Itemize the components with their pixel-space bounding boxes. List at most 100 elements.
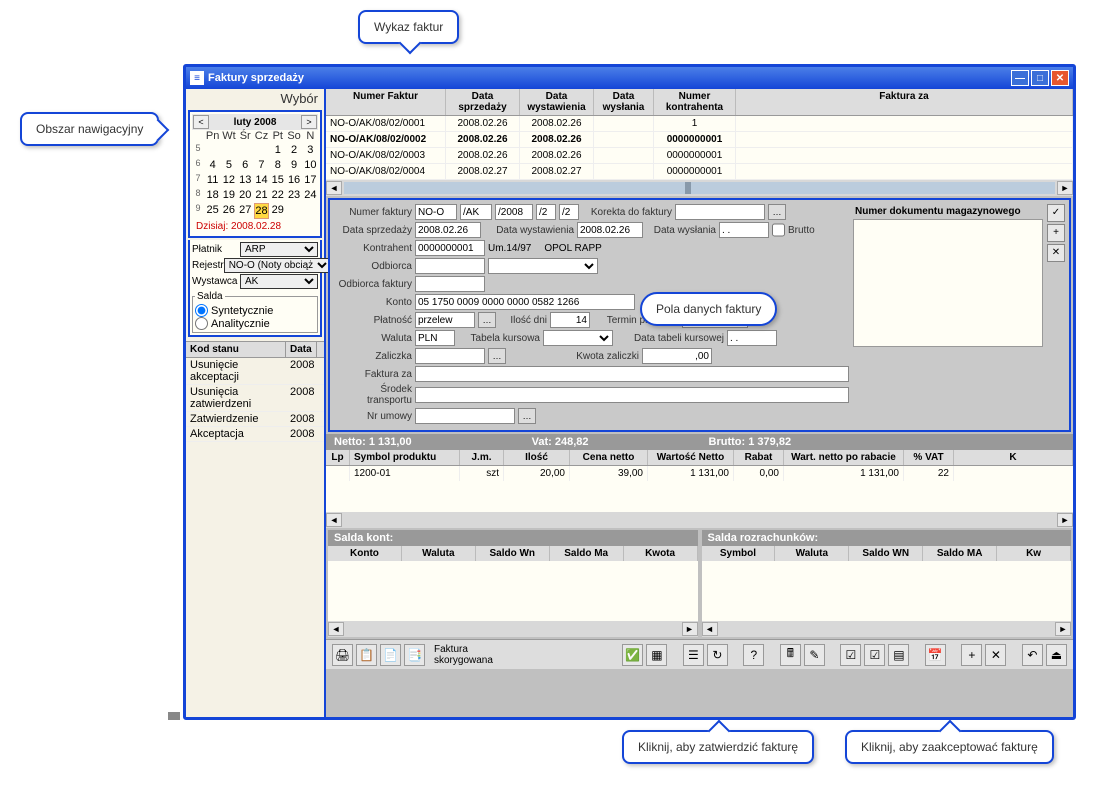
scroll-left-icon[interactable]: ◄ — [326, 513, 342, 527]
cal-day[interactable]: 25 — [205, 203, 220, 219]
delete-icon[interactable]: ✕ — [985, 644, 1006, 666]
ph-jm[interactable]: J.m. — [460, 450, 504, 465]
cal-day[interactable] — [286, 203, 301, 219]
ph-cn[interactable]: Cena netto — [570, 450, 648, 465]
sr-col[interactable]: Kw — [997, 546, 1071, 561]
cal-day[interactable]: 27 — [238, 203, 253, 219]
cal-day[interactable]: 20 — [238, 188, 253, 202]
cal-day[interactable] — [238, 143, 253, 157]
hdr-dwy[interactable]: Data wysłania — [594, 89, 654, 115]
plat-lookup-button[interactable]: … — [478, 312, 496, 328]
refresh-icon[interactable]: ↻ — [707, 644, 728, 666]
nf1-input[interactable] — [415, 204, 457, 220]
konto-input[interactable] — [415, 294, 635, 310]
nu-lookup-button[interactable]: … — [518, 408, 536, 424]
zal-lookup-button[interactable]: … — [488, 348, 506, 364]
state-row[interactable]: Akceptacja2008 — [186, 427, 324, 442]
of-input[interactable] — [415, 276, 485, 292]
nf4-input[interactable] — [536, 204, 556, 220]
grid-icon[interactable]: ▦ — [646, 644, 667, 666]
nu-input[interactable] — [415, 408, 515, 424]
ph-k[interactable]: K — [954, 450, 1073, 465]
help-icon[interactable]: ? — [743, 644, 764, 666]
scroll-right-icon[interactable]: ► — [1057, 181, 1073, 195]
product-row[interactable]: 1200-01szt20,0039,001 131,000,001 131,00… — [326, 466, 1073, 481]
cal-day[interactable] — [303, 203, 318, 219]
cal-next[interactable]: > — [301, 115, 317, 129]
minimize-button[interactable]: — — [1011, 70, 1029, 86]
hdr-fz[interactable]: Faktura za — [736, 89, 1073, 115]
scroll-left-icon[interactable]: ◄ — [326, 181, 342, 195]
form-add-icon[interactable]: + — [1047, 224, 1065, 242]
copy-icon[interactable]: 📋 — [356, 644, 377, 666]
cal-day[interactable]: 13 — [238, 173, 253, 187]
tk-select[interactable] — [543, 330, 613, 346]
cal-day[interactable] — [254, 143, 269, 157]
kor-lookup-button[interactable]: … — [768, 204, 786, 220]
cal-day[interactable]: 6 — [238, 158, 253, 172]
form-del-icon[interactable]: ✕ — [1047, 244, 1065, 262]
invoice-row[interactable]: NO-O/AK/08/02/00012008.02.262008.02.261 — [326, 116, 1073, 132]
ph-sym[interactable]: Symbol produktu — [350, 450, 460, 465]
ph-rb[interactable]: Rabat — [734, 450, 784, 465]
sk-col[interactable]: Waluta — [402, 546, 476, 561]
accept-icon[interactable]: ☑ — [840, 644, 861, 666]
ph-wn[interactable]: Wartość Netto — [648, 450, 734, 465]
ild-input[interactable] — [550, 312, 590, 328]
ph-il[interactable]: Ilość — [504, 450, 570, 465]
invoice-row[interactable]: NO-O/AK/08/02/00032008.02.262008.02.2600… — [326, 148, 1073, 164]
inv-hscroll[interactable]: ◄ ► — [326, 180, 1073, 196]
cal-day[interactable]: 23 — [286, 188, 301, 202]
plat-input[interactable] — [415, 312, 475, 328]
cal-day[interactable]: 9 — [286, 158, 301, 172]
cal-day[interactable]: 15 — [270, 173, 285, 187]
undo-icon[interactable]: ↶ — [1022, 644, 1043, 666]
ds-input[interactable] — [415, 222, 481, 238]
hdr-nf[interactable]: Numer Faktur — [326, 89, 446, 115]
brutto-check[interactable] — [772, 222, 785, 238]
list-icon[interactable]: ☰ — [683, 644, 704, 666]
state-row[interactable]: Zatwierdzenie2008 — [186, 412, 324, 427]
cal-day[interactable]: 24 — [303, 188, 318, 202]
wal-input[interactable] — [415, 330, 455, 346]
cal-day[interactable]: 14 — [254, 173, 269, 187]
sk-col[interactable]: Saldo Ma — [550, 546, 624, 561]
calendar-icon[interactable]: 📅 — [925, 644, 946, 666]
cal-day[interactable]: 17 — [303, 173, 318, 187]
maximize-button[interactable]: □ — [1031, 70, 1049, 86]
cal-day[interactable]: 26 — [221, 203, 236, 219]
cal-today[interactable]: Dzisiaj: 2008.02.28 — [192, 219, 318, 234]
sk-col[interactable]: Saldo Wn — [476, 546, 550, 561]
cal-day[interactable] — [205, 143, 220, 157]
odb-input[interactable] — [415, 258, 485, 274]
cal-day[interactable]: 10 — [303, 158, 318, 172]
cal-day[interactable] — [221, 143, 236, 157]
state-row[interactable]: Usunięcia zatwierdzeni2008 — [186, 385, 324, 412]
cal-prev[interactable]: < — [193, 115, 209, 129]
cal-day[interactable]: 28 — [254, 203, 269, 219]
kh-input[interactable] — [415, 240, 485, 256]
nf5-input[interactable] — [559, 204, 579, 220]
nf2-input[interactable] — [460, 204, 492, 220]
cal-day[interactable]: 3 — [303, 143, 318, 157]
fz-input[interactable] — [415, 366, 849, 382]
cal-day[interactable]: 11 — [205, 173, 220, 187]
table-icon[interactable]: ▤ — [888, 644, 909, 666]
sr-hscroll[interactable]: ◄► — [702, 621, 1072, 637]
sr-col[interactable]: Saldo MA — [923, 546, 997, 561]
sk-col[interactable]: Kwota — [624, 546, 698, 561]
cal-day[interactable]: 1 — [270, 143, 285, 157]
zal-input[interactable] — [415, 348, 485, 364]
state-row[interactable]: Usunięcie akceptacji2008 — [186, 358, 324, 385]
dwy-input[interactable] — [719, 222, 769, 238]
sk-col[interactable]: Konto — [328, 546, 402, 561]
accept2-icon[interactable]: ☑ — [864, 644, 885, 666]
cal-day[interactable]: 19 — [221, 188, 236, 202]
doc1-icon[interactable]: 📄 — [380, 644, 401, 666]
radio-synt[interactable] — [195, 304, 208, 317]
sk-hscroll[interactable]: ◄► — [328, 621, 698, 637]
cal-day[interactable]: 21 — [254, 188, 269, 202]
invoice-row[interactable]: NO-O/AK/08/02/00042008.02.272008.02.2700… — [326, 164, 1073, 180]
nf3-input[interactable] — [495, 204, 533, 220]
rejestr-select[interactable]: NO-O (Noty obciąż — [224, 258, 331, 273]
